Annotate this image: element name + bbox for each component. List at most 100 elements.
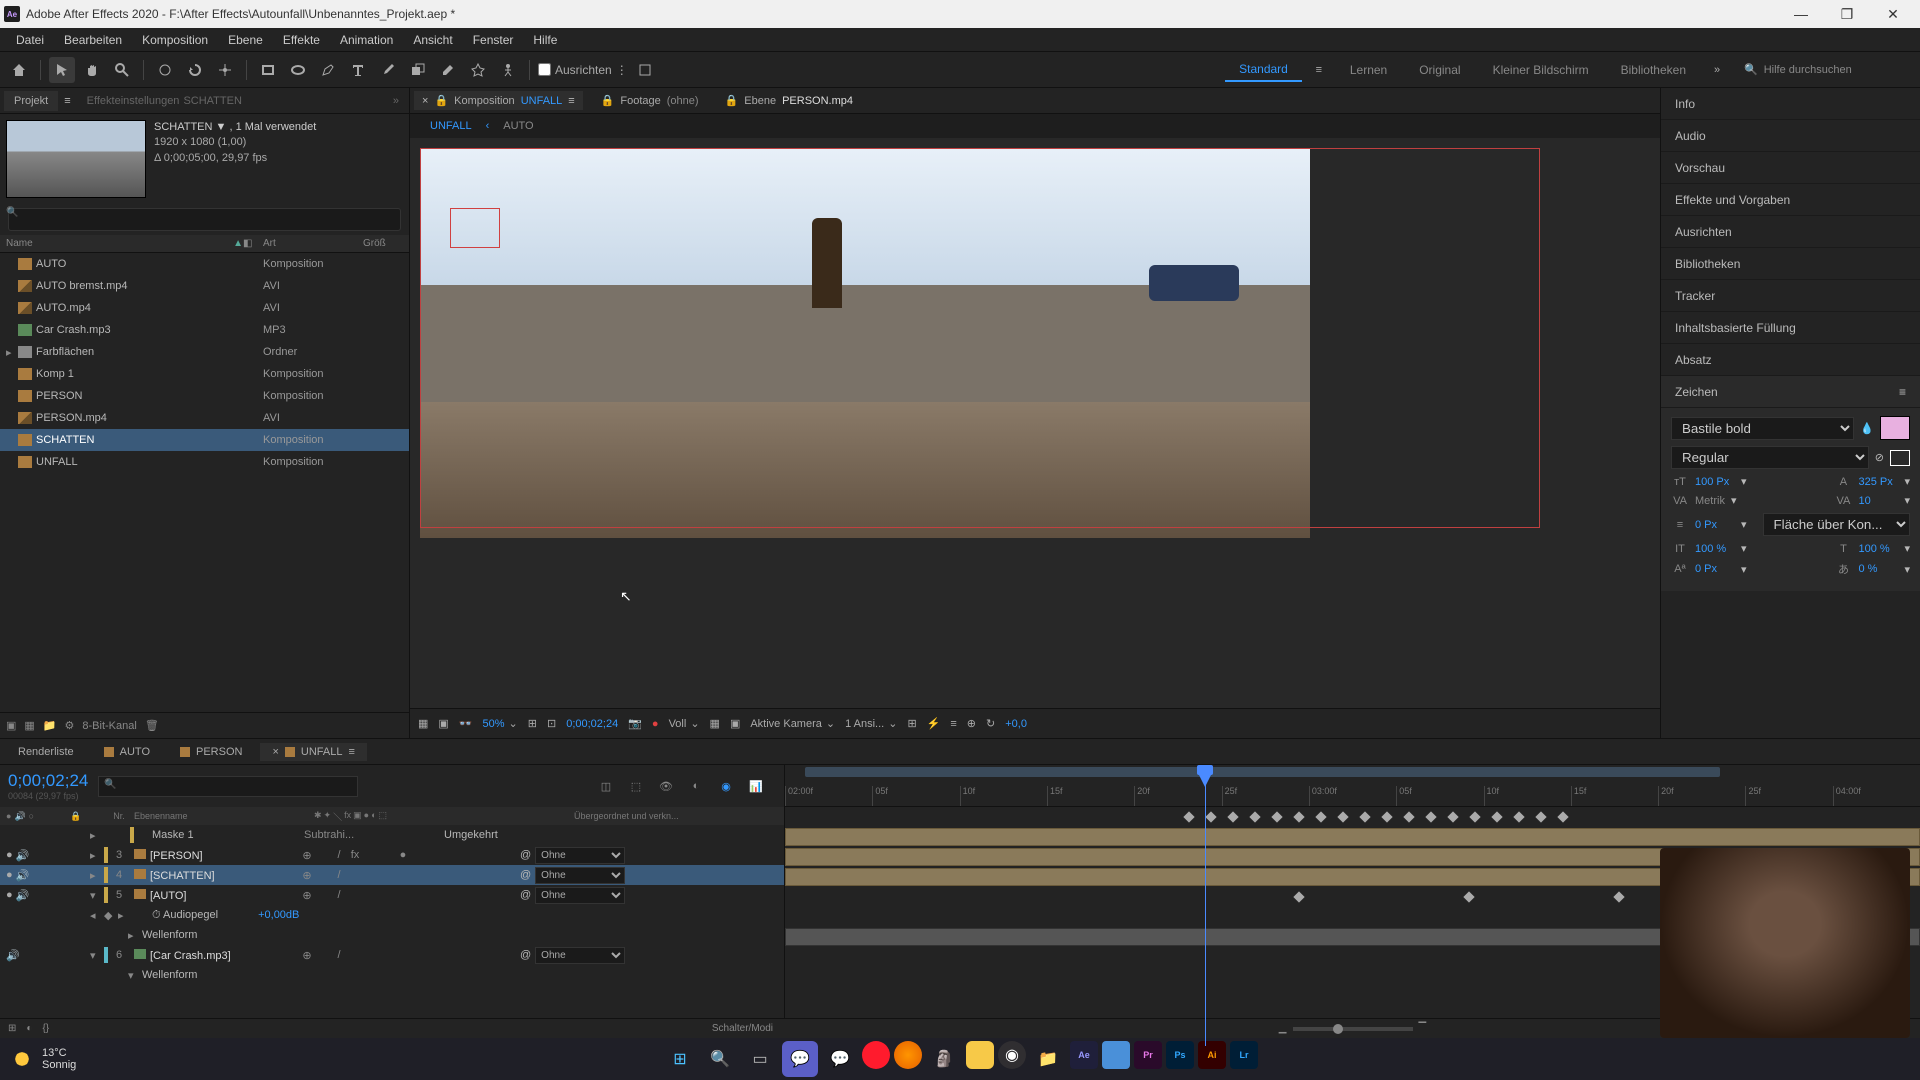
brush-tool[interactable]	[375, 57, 401, 83]
keyframe-diamond[interactable]	[1557, 811, 1568, 822]
zoom-dropdown[interactable]: 50%	[483, 718, 505, 730]
zoom-in-icon[interactable]: ▔	[1419, 1023, 1427, 1034]
ruler-tick[interactable]: 02:00f	[785, 786, 872, 806]
font-style-dropdown[interactable]: Regular	[1671, 446, 1869, 469]
maximize-button[interactable]: ❐	[1824, 0, 1870, 28]
project-thumbnail[interactable]	[6, 120, 146, 198]
keyframe-diamond[interactable]	[1447, 811, 1458, 822]
work-area-bar[interactable]	[805, 767, 1720, 777]
panel-absatz[interactable]: Absatz	[1661, 344, 1920, 376]
vscale-value[interactable]: 100 %	[1695, 543, 1735, 555]
panel-nav-arrows[interactable]: »	[387, 95, 405, 107]
effect-controls-tab[interactable]: Effekteinstellungen	[87, 95, 180, 107]
orbit-tool[interactable]	[152, 57, 178, 83]
timeline-search[interactable]	[98, 776, 358, 797]
keyframe-diamond[interactable]	[1469, 811, 1480, 822]
new-comp-icon[interactable]: ▦	[24, 719, 34, 732]
help-search[interactable]: 🔍 Hilfe durchsuchen	[1734, 63, 1914, 76]
workspace-kleiner[interactable]: Kleiner Bildschirm	[1479, 59, 1603, 81]
ruler-tick[interactable]: 20f	[1658, 786, 1745, 806]
panel-tracker[interactable]: Tracker	[1661, 280, 1920, 312]
fast-preview-icon[interactable]: ⚡	[927, 717, 941, 730]
ruler-tick[interactable]: 04:00f	[1833, 786, 1920, 806]
toggle-switches-icon[interactable]: ⊞	[8, 1023, 16, 1034]
ruler-tick[interactable]: 05f	[872, 786, 959, 806]
comp-mini-flowchart-icon[interactable]: ◫	[596, 776, 616, 796]
motion-blur-icon[interactable]: ◉	[716, 776, 736, 796]
menu-animation[interactable]: Animation	[330, 30, 403, 50]
ellipse-tool[interactable]	[285, 57, 311, 83]
text-tool[interactable]	[345, 57, 371, 83]
project-item-person-mp4[interactable]: PERSON.mp4 AVI	[0, 407, 409, 429]
workspace-overflow[interactable]: »	[1704, 57, 1730, 83]
3d-view-icon[interactable]: ▣	[730, 717, 740, 730]
stopwatch-icon[interactable]: ⏱	[152, 909, 161, 921]
font-family-dropdown[interactable]: Bastile bold	[1671, 417, 1854, 440]
time-ruler[interactable]: 02:00f05f10f15f20f25f03:00f05f10f15f20f2…	[785, 765, 1920, 807]
font-size-value[interactable]: 100 Px	[1695, 476, 1735, 488]
audio-column-icon[interactable]: 🔊	[14, 811, 25, 822]
lock-icon[interactable]: 🔒	[725, 94, 739, 107]
roi-icon[interactable]: ⊡	[547, 717, 556, 730]
explorer-icon[interactable]: 📁	[1030, 1041, 1066, 1077]
zoom-out-icon[interactable]: ▁	[1279, 1023, 1287, 1034]
viewer-tab-0[interactable]: × 🔒 Komposition UNFALL ≡	[414, 91, 583, 110]
hand-tool[interactable]	[79, 57, 105, 83]
panel-bibliotheken[interactable]: Bibliotheken	[1661, 248, 1920, 280]
rotation-tool[interactable]	[182, 57, 208, 83]
zoom-tool[interactable]	[109, 57, 135, 83]
menu-hilfe[interactable]: Hilfe	[523, 30, 567, 50]
panel-inhaltsbasierte-füllung[interactable]: Inhaltsbasierte Füllung	[1661, 312, 1920, 344]
stroke-width-value[interactable]: 0 Px	[1695, 519, 1735, 531]
layer-row-6[interactable]: 🔊 ▾ 6 [Car Crash.mp3] ⊕/ @Ohne	[0, 945, 784, 965]
workspace-menu-icon[interactable]: ≡	[1306, 57, 1332, 83]
draft-3d-icon[interactable]: ⬚	[626, 776, 646, 796]
no-fill-icon[interactable]: ⊘	[1875, 451, 1884, 464]
video-toggle[interactable]: ●	[6, 889, 13, 902]
tracking-value[interactable]: 10	[1858, 495, 1898, 507]
close-button[interactable]: ✕	[1870, 0, 1916, 28]
project-search-input[interactable]	[8, 208, 401, 231]
video-column-icon[interactable]: ●	[6, 811, 11, 822]
rotobrush-tool[interactable]	[465, 57, 491, 83]
lock-column-icon[interactable]: 🔒	[70, 811, 90, 822]
keyframe-diamond[interactable]	[1337, 811, 1348, 822]
snapshot-icon[interactable]: 📷	[628, 717, 642, 730]
photoshop-icon[interactable]: Ps	[1166, 1041, 1194, 1069]
clone-tool[interactable]	[405, 57, 431, 83]
workspace-bibliotheken[interactable]: Bibliotheken	[1607, 59, 1700, 81]
audio-toggle[interactable]: 🔊	[16, 889, 30, 902]
keyframe-diamond[interactable]	[1315, 811, 1326, 822]
prev-kf-icon[interactable]: ◂	[90, 909, 104, 922]
composition-viewer[interactable]: ↖	[410, 138, 1660, 708]
keyframe-diamond[interactable]	[1227, 811, 1238, 822]
close-icon[interactable]: ×	[272, 746, 278, 758]
new-folder-icon[interactable]: 📁	[43, 719, 57, 732]
project-item-person[interactable]: PERSON Komposition	[0, 385, 409, 407]
project-item-car-crash-mp3[interactable]: Car Crash.mp3 MP3	[0, 319, 409, 341]
lock-icon[interactable]: 🔒	[601, 94, 615, 107]
eraser-tool[interactable]	[435, 57, 461, 83]
parent-dropdown[interactable]: Ohne	[535, 847, 625, 864]
mask-toggle-icon[interactable]: ▣	[438, 717, 448, 730]
breadcrumb-unfall[interactable]: UNFALL	[430, 120, 472, 132]
keyframe-diamond[interactable]	[1403, 811, 1414, 822]
menu-fenster[interactable]: Fenster	[463, 30, 524, 50]
project-item-auto[interactable]: AUTO Komposition	[0, 253, 409, 275]
transparency-grid-icon[interactable]: ▦	[710, 717, 720, 730]
keyframe-diamond[interactable]	[1293, 811, 1304, 822]
video-toggle[interactable]: ●	[6, 849, 13, 862]
mask-row[interactable]: ▸ Maske 1 Subtrahi... Umgekehrt	[0, 825, 784, 845]
close-tab-icon[interactable]: ×	[422, 95, 428, 107]
snapping-options[interactable]	[632, 57, 658, 83]
viewer-tab-1[interactable]: 🔒 Footage (ohne)	[593, 91, 707, 110]
project-tab[interactable]: Projekt	[4, 91, 58, 111]
twirl-icon[interactable]: ▸	[90, 849, 104, 862]
video-toggle[interactable]: ●	[6, 869, 13, 882]
keyframe-diamond[interactable]	[1183, 811, 1194, 822]
menu-ansicht[interactable]: Ansicht	[403, 30, 462, 50]
project-list[interactable]: AUTO Komposition AUTO bremst.mp4 AVI AUT…	[0, 253, 409, 712]
baseline-value[interactable]: 0 Px	[1695, 563, 1735, 575]
twirl-icon[interactable]: ▸	[90, 869, 104, 882]
ruler-tick[interactable]: 03:00f	[1309, 786, 1396, 806]
